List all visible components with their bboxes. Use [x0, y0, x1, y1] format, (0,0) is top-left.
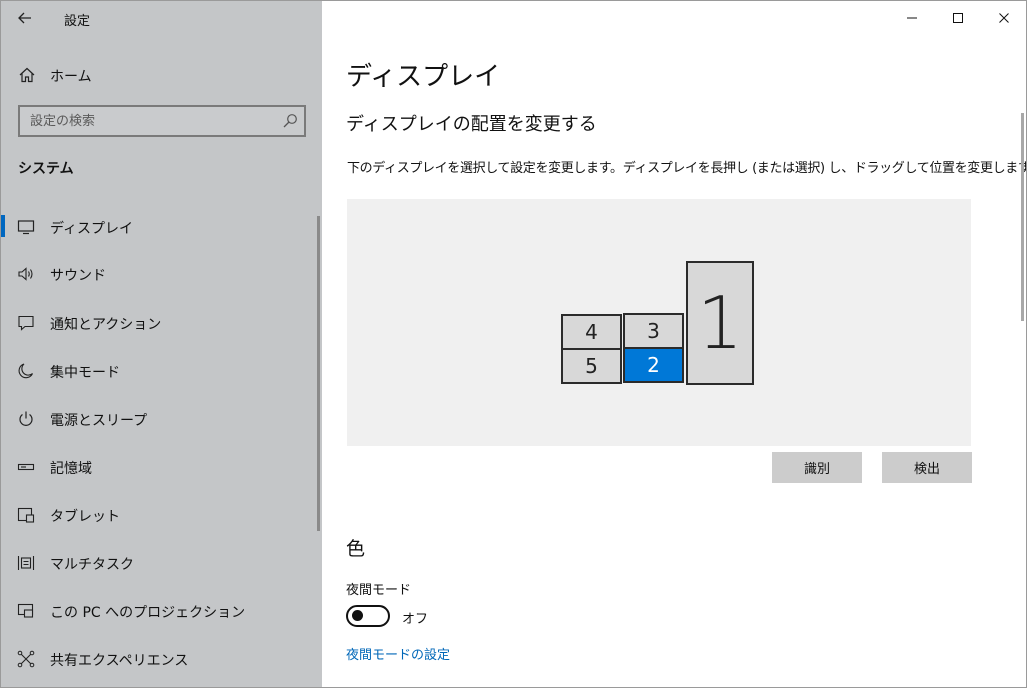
shared-icon: [17, 650, 35, 668]
monitor-icon: [17, 220, 35, 235]
monitor-number: 2: [647, 353, 660, 377]
sidebar-item-sound[interactable]: サウンド: [1, 254, 322, 294]
night-light-label: 夜間モード: [346, 583, 412, 598]
sidebar-item-label: 電源とスリープ: [50, 413, 148, 429]
arrange-displays-heading: ディスプレイの配置を変更する: [346, 114, 597, 135]
close-button[interactable]: [981, 1, 1026, 35]
sidebar-item-tablet[interactable]: タブレット: [1, 495, 322, 535]
sidebar-item-projection[interactable]: この PC へのプロジェクション: [1, 591, 322, 631]
sidebar-item-multitasking[interactable]: マルチタスク: [1, 543, 322, 583]
moon-icon: [18, 363, 34, 379]
sidebar-item-label: ディスプレイ: [50, 221, 134, 237]
display-arrangement-area[interactable]: 1 2 3 4 5: [347, 199, 971, 446]
identify-button[interactable]: 識別: [772, 452, 862, 483]
night-light-state: オフ: [402, 612, 429, 627]
search-box[interactable]: [18, 105, 306, 137]
sidebar-item-label: 共有エクスペリエンス: [50, 653, 189, 669]
monitor-5[interactable]: 5: [561, 348, 622, 384]
search-input[interactable]: [20, 107, 274, 135]
sidebar-item-storage[interactable]: 記憶域: [1, 447, 322, 487]
sidebar-item-label: 記憶域: [50, 461, 92, 477]
app-title: 設定: [64, 14, 91, 29]
back-arrow-icon: [18, 12, 31, 24]
sidebar-item-label: タブレット: [50, 509, 120, 525]
sidebar-item-focus-assist[interactable]: 集中モード: [1, 351, 322, 391]
sidebar-item-label: ホーム: [50, 69, 92, 85]
tablet-icon: [17, 507, 35, 523]
sidebar-item-label: マルチタスク: [50, 557, 134, 573]
color-heading: 色: [346, 538, 366, 560]
speaker-icon: [18, 267, 33, 281]
arrange-description: 下のディスプレイを選択して設定を変更します。ディスプレイを長押し (または選択)…: [347, 161, 1027, 176]
monitor-4[interactable]: 4: [561, 314, 622, 350]
section-title: システム: [18, 161, 74, 177]
sidebar-item-shared-experiences[interactable]: 共有エクスペリエンス: [1, 639, 322, 679]
settings-window: 設定 ホーム システム ディスプレイ: [0, 0, 1027, 688]
projection-icon: [17, 603, 34, 618]
sidebar-item-label: サウンド: [50, 268, 106, 284]
minimize-button[interactable]: [889, 1, 935, 35]
toggle-knob: [352, 610, 363, 621]
home-icon: [19, 67, 35, 83]
monitor-2[interactable]: 2: [623, 347, 684, 383]
monitor-3[interactable]: 3: [623, 313, 684, 349]
monitor-number: 4: [585, 320, 598, 344]
sidebar-item-label: 通知とアクション: [50, 317, 162, 333]
multitask-icon: [17, 556, 35, 570]
close-icon: [999, 13, 1009, 23]
monitor-1[interactable]: 1: [686, 261, 754, 385]
monitor-number: 1: [697, 281, 743, 365]
sidebar-item-label: 集中モード: [50, 365, 120, 381]
search-icon[interactable]: [282, 113, 298, 129]
maximize-button[interactable]: [935, 1, 981, 35]
detect-button[interactable]: 検出: [882, 452, 972, 483]
sidebar-item-home[interactable]: ホーム: [1, 59, 322, 91]
monitor-number: 5: [585, 354, 598, 378]
sidebar-item-notifications[interactable]: 通知とアクション: [1, 303, 322, 343]
storage-icon: [17, 463, 35, 471]
power-icon: [19, 411, 33, 426]
night-light-toggle[interactable]: [346, 605, 390, 627]
notification-icon: [18, 315, 34, 331]
active-indicator: [1, 215, 5, 237]
sidebar-item-display[interactable]: ディスプレイ: [1, 207, 322, 247]
maximize-icon: [953, 13, 963, 23]
minimize-icon: [907, 17, 917, 19]
page-title: ディスプレイ: [346, 62, 501, 92]
sidebar-scrollbar[interactable]: [317, 216, 320, 531]
monitor-number: 3: [647, 319, 660, 343]
sidebar-item-label: この PC へのプロジェクション: [50, 605, 246, 621]
sidebar-item-power-sleep[interactable]: 電源とスリープ: [1, 399, 322, 439]
main-scrollbar[interactable]: [1021, 113, 1024, 321]
sidebar: 設定 ホーム システム ディスプレイ: [1, 1, 322, 687]
night-light-settings-link[interactable]: 夜間モードの設定: [346, 644, 450, 663]
back-button[interactable]: [11, 5, 39, 31]
